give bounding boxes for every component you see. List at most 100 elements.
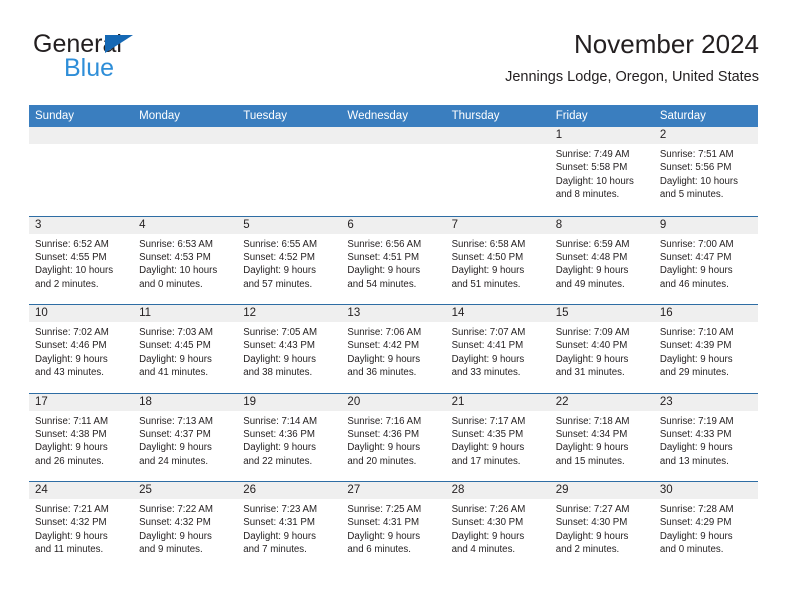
- weekday-header-row: Sunday Monday Tuesday Wednesday Thursday Frid…: [29, 105, 758, 127]
- calendar-week-row: 10 Sunrise: 7:02 AM Sunset: 4:46 PM Dayligh…: [29, 304, 758, 393]
- day-sun-info: Sunrise: 7:26 AM Sunset: 4:30 PM Daylight:…: [446, 499, 550, 557]
- day-number: 30: [653, 482, 758, 499]
- day-info-line: Sunset: 4:41 PM: [451, 340, 524, 352]
- calendar-grid: Sunday Monday Tuesday Wednesday Thursday Frid…: [29, 105, 758, 570]
- day-cell[interactable]: 23 Sunrise: 7:19 AM Sunset: 4:33 PM Dayligh…: [653, 393, 758, 482]
- day-cell[interactable]: 16 Sunrise: 7:10 AM Sunset: 4:39 PM Dayligh…: [653, 305, 758, 393]
- day-sun-info: Sunrise: 7:49 AM Sunset: 5:58 PM Daylight:…: [550, 144, 654, 202]
- day-sun-info: Sunrise: 7:00 AM Sunset: 4:47 PM Daylight:…: [654, 234, 758, 292]
- day-cell[interactable]: 2 Sunrise: 7:51 AM Sunset: 5:56 PM Daylight…: [653, 127, 758, 216]
- day-cell[interactable]: 9 Sunrise: 7:00 AM Sunset: 4:47 PM Daylight…: [653, 216, 758, 305]
- day-number: 26: [237, 482, 342, 499]
- day-info-line: Daylight: 9 hours: [451, 353, 525, 365]
- weekday-header-friday: Friday: [555, 110, 588, 122]
- day-info-line: Sunset: 4:48 PM: [555, 251, 628, 263]
- brand-name-blue: Blue: [64, 54, 115, 82]
- day-sun-info: Sunrise: 7:11 AM Sunset: 4:38 PM Daylight:…: [29, 411, 133, 469]
- day-info-line: Daylight: 9 hours: [659, 530, 733, 542]
- day-info-line: and 13 minutes.: [659, 455, 729, 467]
- day-info-line: Daylight: 10 hours: [139, 265, 218, 277]
- day-cell[interactable]: 29 Sunrise: 7:27 AM Sunset: 4:30 PM Dayligh…: [549, 482, 654, 570]
- day-info-line: Sunset: 4:45 PM: [139, 340, 211, 352]
- calendar-week-row: 24 Sunrise: 7:21 AM Sunset: 4:32 PM Dayligh…: [29, 481, 758, 570]
- day-sun-info: Sunrise: 7:10 AM Sunset: 4:39 PM Daylight:…: [654, 322, 758, 380]
- page-title: November 2024: [574, 29, 759, 59]
- day-number: 24: [29, 482, 134, 499]
- day-cell[interactable]: 1 Sunrise: 7:49 AM Sunset: 5:58 PM Daylight…: [549, 127, 654, 216]
- day-cell[interactable]: 12 Sunrise: 7:05 AM Sunset: 4:43 PM Dayligh…: [237, 305, 342, 393]
- day-sun-info: Sunrise: 6:59 AM Sunset: 4:48 PM Daylight:…: [550, 234, 654, 292]
- day-cell[interactable]: 20 Sunrise: 7:16 AM Sunset: 4:36 PM Dayligh…: [341, 393, 446, 482]
- day-cell[interactable]: 30 Sunrise: 7:28 AM Sunset: 4:29 PM Dayligh…: [653, 482, 758, 570]
- day-info-line: Daylight: 9 hours: [243, 530, 316, 542]
- day-info-line: Daylight: 9 hours: [555, 353, 629, 365]
- calendar-weeks: 1 Sunrise: 7:49 AM Sunset: 5:58 PM Daylight…: [29, 127, 758, 570]
- day-cell[interactable]: 17 Sunrise: 7:11 AM Sunset: 4:38 PM Dayligh…: [29, 393, 134, 482]
- day-number: 19: [237, 393, 342, 411]
- day-info-line: Daylight: 9 hours: [139, 442, 212, 454]
- day-info-line: Daylight: 9 hours: [555, 265, 629, 277]
- day-sun-info: [133, 144, 237, 148]
- location-subtitle: Jennings Lodge, Oregon, United States: [505, 69, 759, 85]
- day-cell[interactable]: 5 Sunrise: 6:55 AM Sunset: 4:52 PM Daylight…: [237, 216, 342, 305]
- day-sun-info: Sunrise: 7:17 AM Sunset: 4:35 PM Daylight:…: [446, 411, 550, 469]
- day-cell[interactable]: 10 Sunrise: 7:02 AM Sunset: 4:46 PM Dayligh…: [29, 305, 134, 393]
- day-info-line: Sunset: 4:42 PM: [347, 340, 420, 352]
- day-sun-info: [341, 144, 445, 148]
- day-cell[interactable]: 18 Sunrise: 7:13 AM Sunset: 4:37 PM Dayligh…: [133, 393, 238, 482]
- day-cell[interactable]: 26 Sunrise: 7:23 AM Sunset: 4:31 PM Dayligh…: [237, 482, 342, 570]
- day-info-line: Sunrise: 7:11 AM: [35, 415, 109, 427]
- weekday-header-wednesday: Wednesday: [347, 110, 408, 122]
- day-cell[interactable]: 24 Sunrise: 7:21 AM Sunset: 4:32 PM Dayligh…: [29, 482, 134, 570]
- day-number: 2: [653, 127, 758, 144]
- day-sun-info: Sunrise: 6:55 AM Sunset: 4:52 PM Daylight:…: [237, 234, 341, 292]
- day-info-line: Sunrise: 7:09 AM: [555, 327, 630, 338]
- day-info-line: and 57 minutes.: [243, 278, 313, 290]
- day-info-line: Sunset: 4:31 PM: [347, 517, 420, 529]
- day-info-line: Sunrise: 7:13 AM: [139, 415, 213, 427]
- day-info-line: Sunrise: 7:28 AM: [659, 504, 734, 515]
- day-info-line: Sunset: 4:51 PM: [347, 251, 420, 263]
- day-info-line: Sunset: 4:30 PM: [451, 517, 524, 529]
- day-cell[interactable]: 14 Sunrise: 7:07 AM Sunset: 4:41 PM Dayligh…: [445, 305, 550, 393]
- day-info-line: Sunrise: 7:23 AM: [243, 504, 318, 515]
- day-sun-info: Sunrise: 6:56 AM Sunset: 4:51 PM Daylight:…: [341, 234, 445, 292]
- day-info-line: and 11 minutes.: [35, 544, 104, 556]
- day-cell[interactable]: 13 Sunrise: 7:06 AM Sunset: 4:42 PM Dayligh…: [341, 305, 446, 393]
- day-cell[interactable]: 27 Sunrise: 7:25 AM Sunset: 4:31 PM Dayligh…: [341, 482, 446, 570]
- day-cell[interactable]: 15 Sunrise: 7:09 AM Sunset: 4:40 PM Dayligh…: [549, 305, 654, 393]
- day-info-line: Sunrise: 7:17 AM: [451, 415, 526, 427]
- day-sun-info: Sunrise: 7:07 AM Sunset: 4:41 PM Daylight:…: [446, 322, 550, 380]
- day-number: 4: [133, 216, 238, 234]
- day-info-line: Daylight: 10 hours: [659, 175, 738, 187]
- day-info-line: Sunrise: 7:21 AM: [35, 504, 109, 515]
- day-info-line: Sunrise: 6:58 AM: [451, 238, 526, 250]
- day-cell[interactable]: 3 Sunrise: 6:52 AM Sunset: 4:55 PM Daylight…: [29, 216, 134, 305]
- day-cell[interactable]: 6 Sunrise: 6:56 AM Sunset: 4:51 PM Daylight…: [341, 216, 446, 305]
- day-cell[interactable]: 25 Sunrise: 7:22 AM Sunset: 4:32 PM Dayligh…: [133, 482, 238, 570]
- day-cell[interactable]: 4 Sunrise: 6:53 AM Sunset: 4:53 PM Daylight…: [133, 216, 238, 305]
- day-cell[interactable]: 8 Sunrise: 6:59 AM Sunset: 4:48 PM Daylight…: [549, 216, 654, 305]
- day-sun-info: Sunrise: 7:09 AM Sunset: 4:40 PM Daylight:…: [550, 322, 654, 380]
- day-info-line: Sunset: 4:36 PM: [347, 428, 420, 440]
- day-number: 22: [549, 393, 654, 411]
- day-info-line: Daylight: 9 hours: [347, 530, 421, 542]
- weekday-header-monday: Monday: [139, 110, 181, 122]
- day-sun-info: Sunrise: 7:23 AM Sunset: 4:31 PM Daylight:…: [237, 499, 341, 557]
- day-sun-info: Sunrise: 7:05 AM Sunset: 4:43 PM Daylight:…: [237, 322, 341, 380]
- day-number: [29, 127, 134, 144]
- day-info-line: Sunset: 4:32 PM: [139, 517, 211, 529]
- day-cell[interactable]: 22 Sunrise: 7:18 AM Sunset: 4:34 PM Dayligh…: [549, 393, 654, 482]
- day-info-line: and 26 minutes.: [35, 455, 104, 467]
- day-info-line: Sunrise: 7:49 AM: [555, 149, 630, 160]
- day-number: [445, 127, 550, 144]
- day-info-line: and 41 minutes.: [139, 367, 209, 379]
- day-sun-info: Sunrise: 6:53 AM Sunset: 4:53 PM Daylight:…: [133, 234, 237, 292]
- day-cell[interactable]: 21 Sunrise: 7:17 AM Sunset: 4:35 PM Dayligh…: [445, 393, 550, 482]
- day-cell[interactable]: 11 Sunrise: 7:03 AM Sunset: 4:45 PM Dayligh…: [133, 305, 238, 393]
- day-info-line: Sunset: 4:55 PM: [35, 251, 107, 263]
- day-info-line: and 24 minutes.: [139, 455, 209, 467]
- day-cell[interactable]: 28 Sunrise: 7:26 AM Sunset: 4:30 PM Dayligh…: [445, 482, 550, 570]
- day-cell[interactable]: 19 Sunrise: 7:14 AM Sunset: 4:36 PM Dayligh…: [237, 393, 342, 482]
- day-cell[interactable]: 7 Sunrise: 6:58 AM Sunset: 4:50 PM Daylight…: [445, 216, 550, 305]
